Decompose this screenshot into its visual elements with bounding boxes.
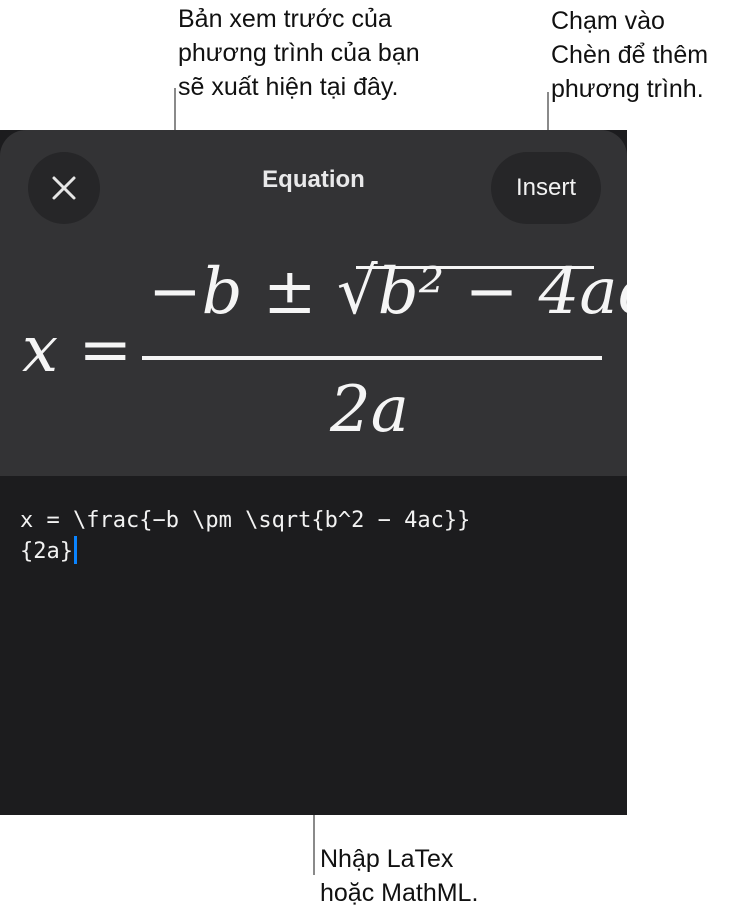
insert-button[interactable]: Insert xyxy=(491,152,601,224)
sqrt-overline xyxy=(356,266,594,269)
preview-callout-text: Bản xem trước của phương trình của bạn s… xyxy=(178,5,420,101)
equation-numerator: −b ± √b² − 4ac xyxy=(148,255,627,329)
input-callout-text: Nhập LaTex hoặc MathML. xyxy=(320,845,479,907)
latex-input-area[interactable]: x = \frac{−b \pm \sqrt{b^2 − 4ac}} {2a} xyxy=(0,476,627,815)
equation-lhs: x = xyxy=(22,313,133,387)
equation-denominator: 2a xyxy=(330,373,409,447)
latex-input[interactable]: x = \frac{−b \pm \sqrt{b^2 − 4ac}} {2a} xyxy=(20,506,610,567)
insert-callout-text: Chạm vào Chèn để thêm phương trình. xyxy=(551,7,709,103)
equation-preview: x = −b ± √b² − 4ac 2a xyxy=(0,250,627,476)
equation-editor: Equation Insert x = −b ± √b² − 4ac 2a x … xyxy=(0,130,627,815)
equation-sheet-header: Equation Insert x = −b ± √b² − 4ac 2a xyxy=(0,130,627,476)
fraction-bar xyxy=(142,356,602,360)
latex-input-text: x = \frac{−b \pm \sqrt{b^2 − 4ac}} {2a} xyxy=(20,508,471,564)
text-caret xyxy=(73,536,77,564)
